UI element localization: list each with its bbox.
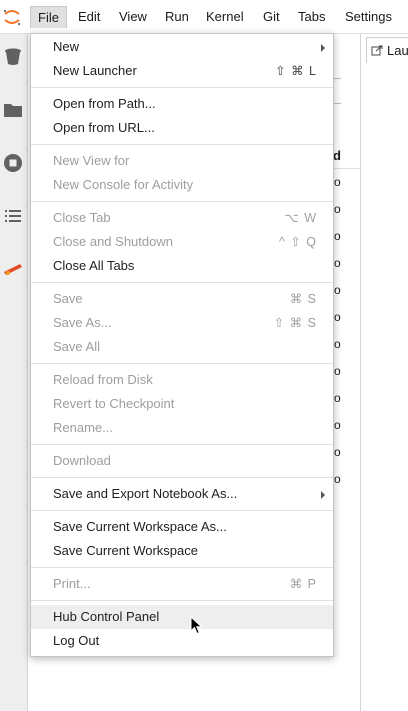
menu-separator — [31, 510, 333, 511]
menubar: File Edit View Run Kernel Git Tabs Setti… — [0, 0, 408, 34]
menu-item-close-and-shutdown[interactable]: Close and Shutdown ^ ⇧ Q — [31, 230, 333, 254]
menu-item-hub-control-panel[interactable]: Hub Control Panel — [31, 605, 333, 629]
file-cell: o — [334, 445, 341, 459]
menu-separator — [31, 444, 333, 445]
menu-separator — [31, 600, 333, 601]
shortcut: ⇧ ⌘ S — [273, 316, 317, 330]
mouse-pointer-icon — [190, 616, 203, 635]
menu-kernel[interactable]: Kernel — [199, 6, 251, 28]
menu-item-save-workspace-as[interactable]: Save Current Workspace As... — [31, 515, 333, 539]
menu-tabs[interactable]: Tabs — [291, 6, 332, 28]
menu-item-revert-to-checkpoint[interactable]: Revert to Checkpoint — [31, 392, 333, 416]
chevron-right-icon — [321, 491, 325, 499]
tab-launcher-label: Lau — [387, 43, 408, 58]
menu-item-close-all-tabs[interactable]: Close All Tabs — [31, 254, 333, 278]
menu-item-download[interactable]: Download — [31, 449, 333, 473]
menu-separator — [31, 201, 333, 202]
shortcut: ⌘ P — [289, 577, 317, 591]
menu-separator — [31, 282, 333, 283]
main-dock-area — [361, 34, 408, 711]
file-cell: o — [334, 202, 341, 216]
menu-separator — [31, 144, 333, 145]
menu-separator — [31, 87, 333, 88]
launch-icon — [371, 45, 383, 55]
file-cell: o — [334, 283, 341, 297]
menu-item-save-and-export[interactable]: Save and Export Notebook As... — [31, 482, 333, 506]
menu-separator — [31, 363, 333, 364]
menu-item-save-as[interactable]: Save As... ⇧ ⌘ S — [31, 311, 333, 335]
menu-item-close-tab[interactable]: Close Tab ⌥ W — [31, 206, 333, 230]
menu-separator — [31, 567, 333, 568]
left-activity-bar — [0, 34, 28, 711]
menu-file[interactable]: File — [30, 6, 67, 28]
shortcut: ⌘ S — [289, 292, 317, 306]
file-cell: o — [334, 256, 341, 270]
trash-icon[interactable] — [2, 45, 24, 67]
stop-circle-icon[interactable] — [2, 152, 24, 174]
menu-item-save[interactable]: Save ⌘ S — [31, 287, 333, 311]
menu-item-new[interactable]: New — [31, 35, 333, 59]
tab-launcher[interactable]: Lau — [366, 37, 408, 63]
menu-settings[interactable]: Settings — [338, 6, 399, 28]
file-cell: o — [334, 391, 341, 405]
folder-icon[interactable] — [2, 99, 24, 121]
file-cell: o — [334, 472, 341, 486]
shortcut: ^ ⇧ Q — [278, 235, 317, 249]
menu-item-save-workspace[interactable]: Save Current Workspace — [31, 539, 333, 563]
menu-edit[interactable]: Edit — [71, 6, 107, 28]
menu-item-new-view[interactable]: New View for — [31, 149, 333, 173]
jupyter-logo-icon[interactable] — [2, 7, 22, 27]
list-icon[interactable] — [2, 205, 24, 227]
file-menu-dropdown: New New Launcher ⇧ ⌘ L Open from Path...… — [30, 33, 334, 657]
shortcut: ⇧ ⌘ L — [275, 64, 317, 78]
file-cell: o — [334, 337, 341, 351]
column-header-last-modified[interactable]: d — [333, 148, 341, 163]
menu-item-print[interactable]: Print... ⌘ P — [31, 572, 333, 596]
file-cell: o — [334, 229, 341, 243]
extension-icon[interactable] — [2, 258, 24, 280]
menu-item-rename[interactable]: Rename... — [31, 416, 333, 440]
file-cell: o — [334, 364, 341, 378]
menu-item-open-from-url[interactable]: Open from URL... — [31, 116, 333, 140]
menu-view[interactable]: View — [112, 6, 154, 28]
menu-run[interactable]: Run — [158, 6, 196, 28]
menu-item-new-launcher[interactable]: New Launcher ⇧ ⌘ L — [31, 59, 333, 83]
menu-item-open-from-path[interactable]: Open from Path... — [31, 92, 333, 116]
menu-git[interactable]: Git — [256, 6, 287, 28]
file-cell: o — [334, 175, 341, 189]
file-cell: o — [334, 310, 341, 324]
menu-item-reload-from-disk[interactable]: Reload from Disk — [31, 368, 333, 392]
chevron-right-icon — [321, 44, 325, 52]
menu-item-new-console[interactable]: New Console for Activity — [31, 173, 333, 197]
menu-item-log-out[interactable]: Log Out — [31, 629, 333, 653]
shortcut: ⌥ W — [284, 211, 317, 225]
file-cell: o — [334, 418, 341, 432]
menu-item-save-all[interactable]: Save All — [31, 335, 333, 359]
menu-separator — [31, 477, 333, 478]
